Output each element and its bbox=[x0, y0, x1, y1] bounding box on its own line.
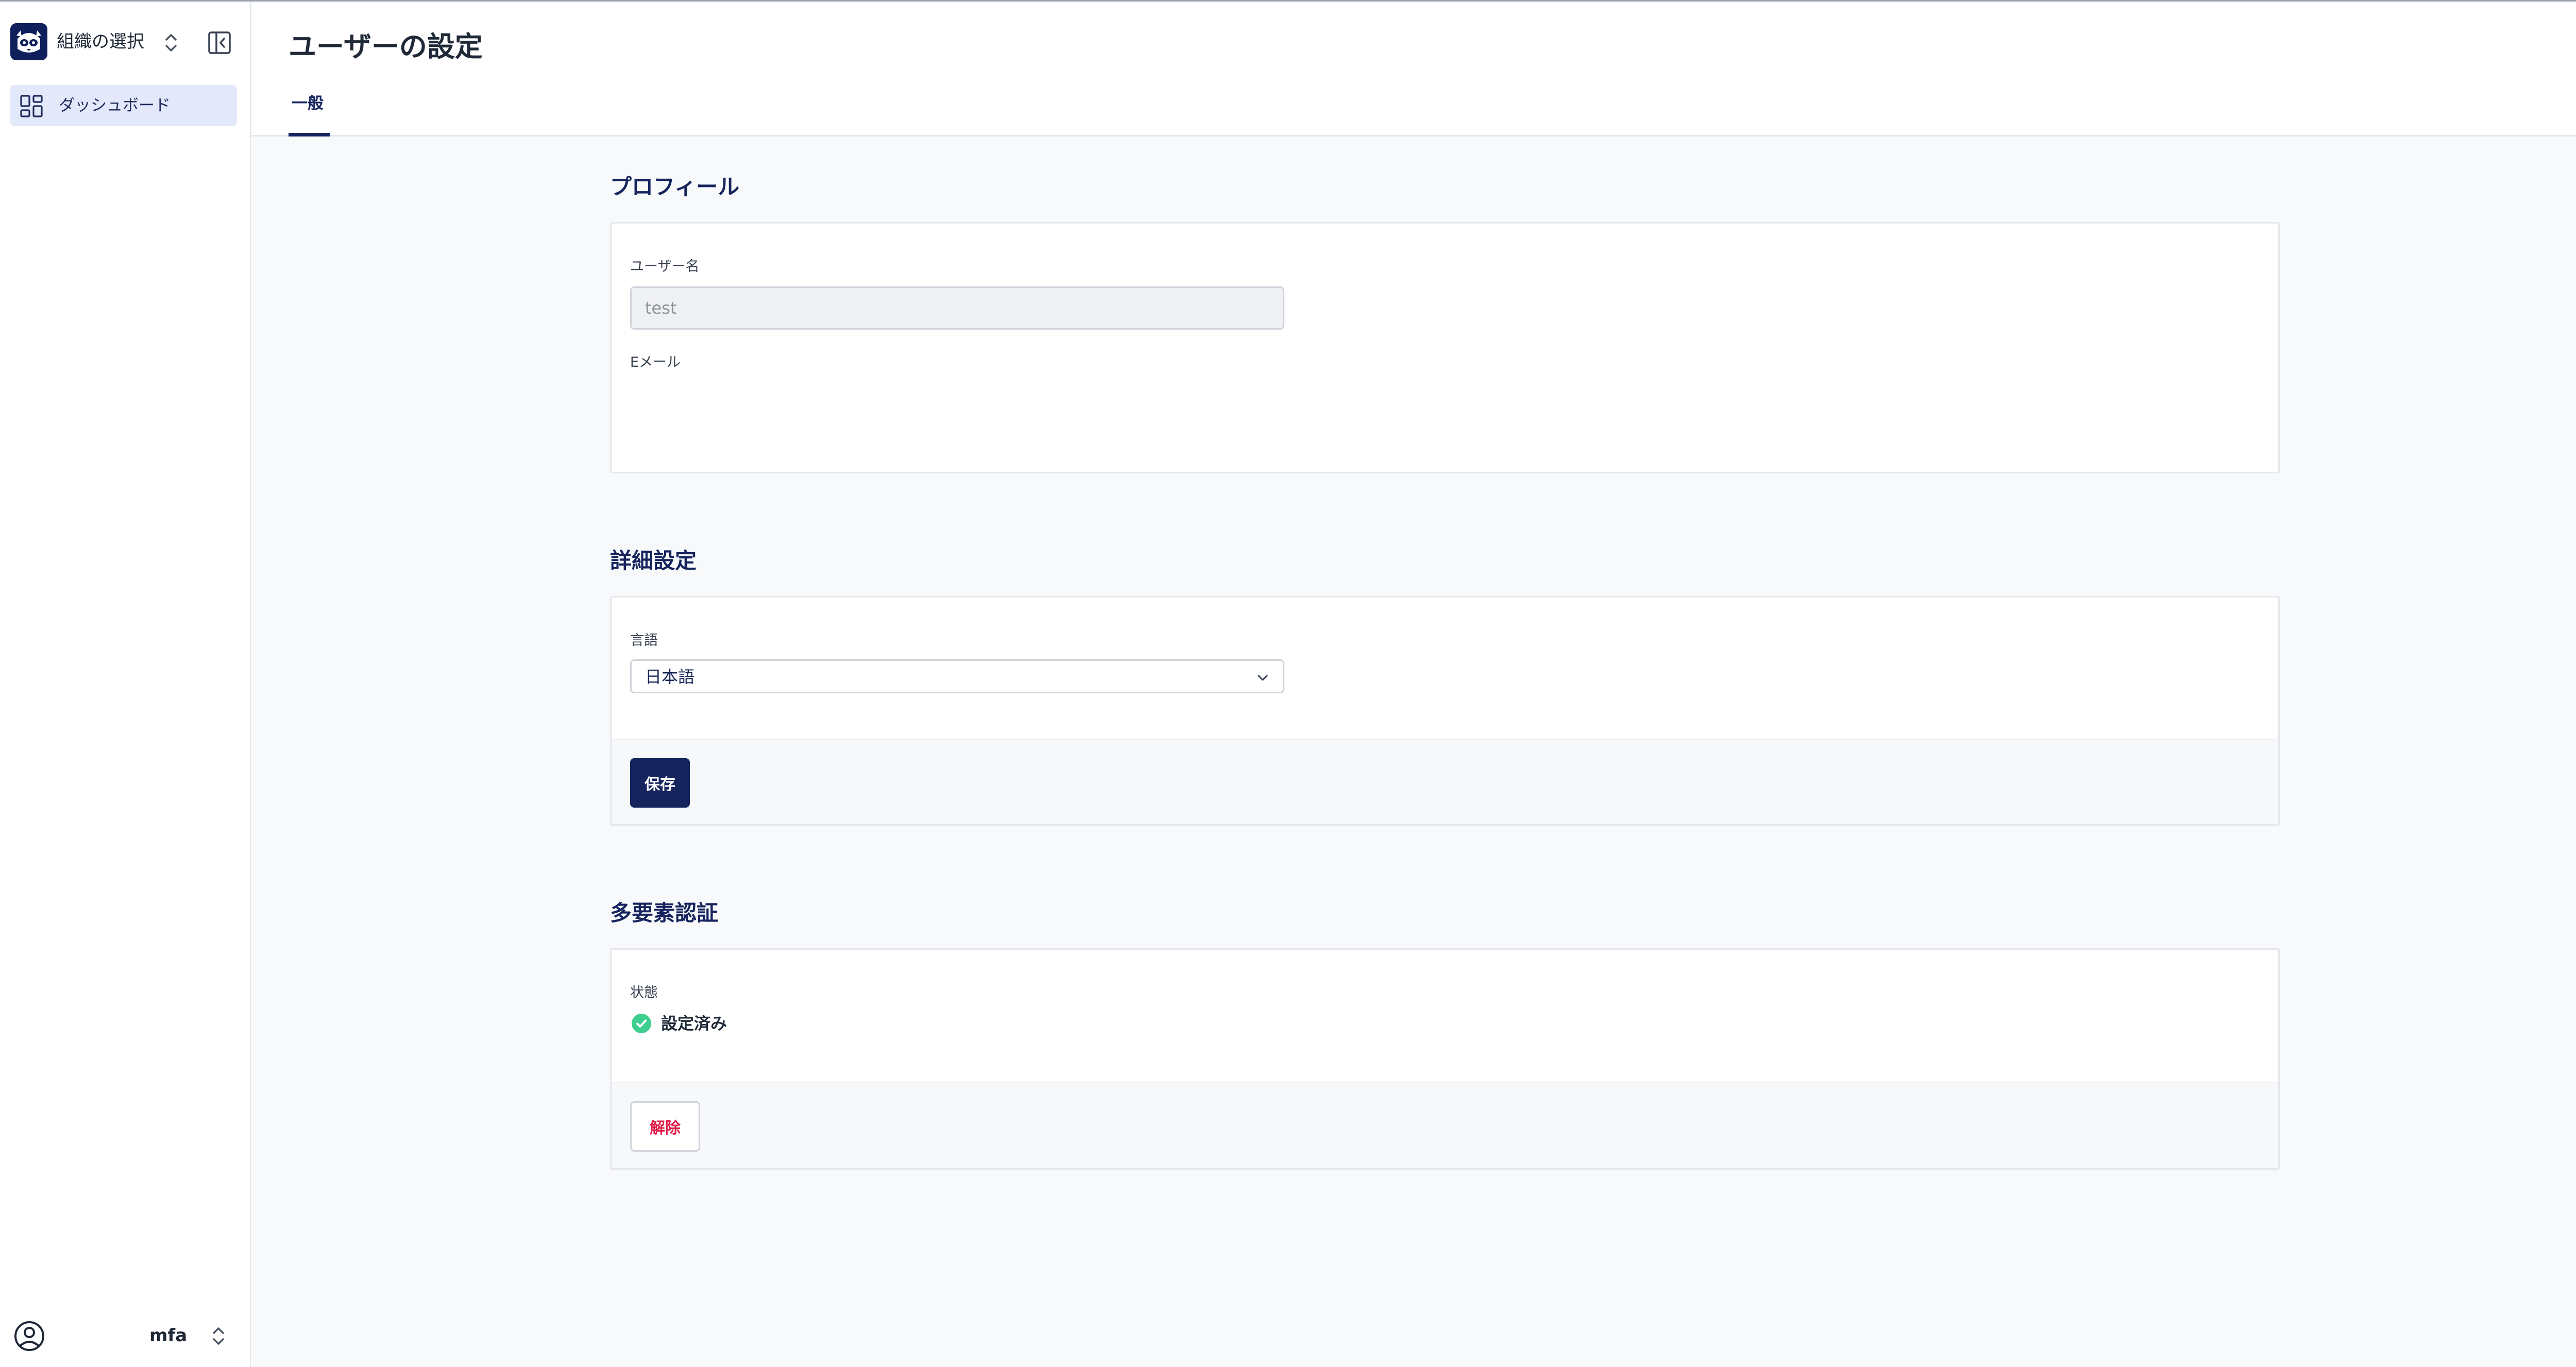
mfa-status-label: 状態 bbox=[630, 985, 658, 1001]
mfa-status-value: 設定済み bbox=[661, 1014, 727, 1033]
sidebar: 組織の選択 ダッシュボード mfa bbox=[0, 2, 251, 1367]
advanced-section-title: 詳細設定 bbox=[610, 548, 697, 573]
page-title: ユーザーの設定 bbox=[289, 30, 483, 63]
check-circle-icon bbox=[631, 1013, 652, 1034]
tab-general[interactable]: 一般 bbox=[289, 86, 330, 136]
chevron-up-down-icon[interactable] bbox=[208, 1324, 229, 1348]
mfa-section-title: 多要素認証 bbox=[610, 900, 719, 926]
mfa-card-footer: 解除 bbox=[612, 1082, 2278, 1168]
sidebar-item-dashboard[interactable]: ダッシュボード bbox=[10, 85, 237, 126]
main-content: プロフィール ユーザー名 Eメール 詳細設定 言語 日本語 保存 多要素認証 状… bbox=[253, 136, 2576, 1367]
disable-mfa-button[interactable]: 解除 bbox=[630, 1101, 700, 1152]
user-avatar-icon bbox=[13, 1320, 45, 1352]
tab-label: 一般 bbox=[292, 94, 324, 113]
chevron-down-icon bbox=[1255, 670, 1270, 686]
page-header: ユーザーの設定 一般 bbox=[251, 2, 2576, 136]
dashboard-icon bbox=[20, 94, 43, 118]
username-label: ユーザー名 bbox=[630, 259, 700, 275]
collapse-sidebar-icon[interactable] bbox=[206, 29, 233, 56]
language-select-value: 日本語 bbox=[645, 667, 695, 687]
org-selector[interactable]: 組織の選択 bbox=[10, 22, 237, 63]
profile-section-title: プロフィール bbox=[610, 174, 740, 199]
profile-card: ユーザー名 Eメール bbox=[610, 222, 2280, 473]
user-name: mfa bbox=[149, 1325, 188, 1346]
email-label: Eメール bbox=[630, 354, 681, 370]
save-button[interactable]: 保存 bbox=[630, 758, 690, 808]
sidebar-item-label: ダッシュボード bbox=[59, 96, 171, 115]
user-menu[interactable]: mfa bbox=[10, 1316, 237, 1357]
language-select[interactable]: 日本語 bbox=[630, 659, 1284, 693]
org-selector-label: 組織の選択 bbox=[57, 31, 144, 52]
advanced-settings-card: 言語 日本語 保存 bbox=[610, 596, 2280, 826]
username-input[interactable] bbox=[630, 286, 1284, 330]
chevron-up-down-icon[interactable] bbox=[161, 31, 181, 54]
advanced-card-footer: 保存 bbox=[612, 739, 2278, 824]
language-label: 言語 bbox=[630, 633, 658, 648]
app-logo-icon bbox=[10, 23, 47, 60]
mfa-card: 状態 設定済み 解除 bbox=[610, 948, 2280, 1170]
